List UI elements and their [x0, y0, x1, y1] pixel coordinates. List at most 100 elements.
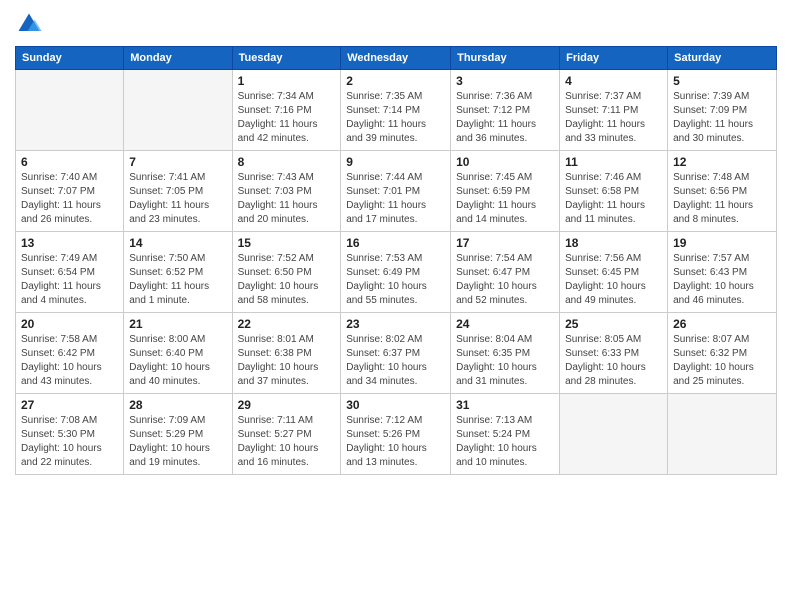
cell-day-number: 28 — [129, 398, 226, 412]
calendar-cell: 8 Sunrise: 7:43 AM Sunset: 7:03 PM Daylig… — [232, 151, 341, 232]
cell-day-number: 29 — [238, 398, 336, 412]
cell-info: Sunrise: 7:52 AM Sunset: 6:50 PM Dayligh… — [238, 252, 336, 308]
calendar-cell: 11 Sunrise: 7:46 AM Sunset: 6:58 PM Dayli… — [560, 151, 668, 232]
calendar-cell: 9 Sunrise: 7:44 AM Sunset: 7:01 PM Daylig… — [341, 151, 451, 232]
calendar-cell: 13 Sunrise: 7:49 AM Sunset: 6:54 PM Dayli… — [16, 232, 124, 313]
calendar-cell: 27 Sunrise: 7:08 AM Sunset: 5:30 PM Dayli… — [16, 394, 124, 475]
calendar-cell: 15Sunrise: 7:52 AM Sunset: 6:50 PM Dayli… — [232, 232, 341, 313]
calendar-cell: 21Sunrise: 8:00 AM Sunset: 6:40 PM Dayli… — [124, 313, 232, 394]
logo — [15, 10, 47, 38]
cell-info: Sunrise: 7:08 AM Sunset: 5:30 PM Dayligh… — [21, 414, 118, 470]
calendar-cell: 10 Sunrise: 7:45 AM Sunset: 6:59 PM Dayli… — [451, 151, 560, 232]
calendar-cell — [560, 394, 668, 475]
cell-info: Sunrise: 7:36 AM Sunset: 7:12 PM Dayligh… — [456, 90, 554, 146]
calendar-cell: 23 Sunrise: 8:02 AM Sunset: 6:37 PM Dayli… — [341, 313, 451, 394]
calendar-cell: 12 Sunrise: 7:48 AM Sunset: 6:56 PM Dayli… — [668, 151, 777, 232]
day-header-tuesday: Tuesday — [232, 47, 341, 70]
cell-day-number: 14 — [129, 236, 226, 250]
cell-day-number: 23 — [346, 317, 445, 331]
cell-day-number: 1 — [238, 74, 336, 88]
cell-info: Sunrise: 7:13 AM Sunset: 5:24 PM Dayligh… — [456, 414, 554, 470]
calendar-week-row: 20Sunrise: 7:58 AM Sunset: 6:42 PM Dayli… — [16, 313, 777, 394]
cell-day-number: 12 — [673, 155, 771, 169]
cell-info: Sunrise: 7:37 AM Sunset: 7:11 PM Dayligh… — [565, 90, 662, 146]
calendar-cell: 29 Sunrise: 7:11 AM Sunset: 5:27 PM Dayli… — [232, 394, 341, 475]
cell-info: Sunrise: 8:04 AM Sunset: 6:35 PM Dayligh… — [456, 333, 554, 389]
cell-day-number: 3 — [456, 74, 554, 88]
cell-info: Sunrise: 7:48 AM Sunset: 6:56 PM Dayligh… — [673, 171, 771, 227]
page: SundayMondayTuesdayWednesdayThursdayFrid… — [0, 0, 792, 612]
calendar-cell: 20Sunrise: 7:58 AM Sunset: 6:42 PM Dayli… — [16, 313, 124, 394]
calendar-table: SundayMondayTuesdayWednesdayThursdayFrid… — [15, 46, 777, 475]
cell-info: Sunrise: 7:09 AM Sunset: 5:29 PM Dayligh… — [129, 414, 226, 470]
cell-day-number: 2 — [346, 74, 445, 88]
cell-info: Sunrise: 7:50 AM Sunset: 6:52 PM Dayligh… — [129, 252, 226, 308]
cell-day-number: 22 — [238, 317, 336, 331]
calendar-cell: 17Sunrise: 7:54 AM Sunset: 6:47 PM Dayli… — [451, 232, 560, 313]
calendar-header-row: SundayMondayTuesdayWednesdayThursdayFrid… — [16, 47, 777, 70]
cell-info: Sunrise: 7:46 AM Sunset: 6:58 PM Dayligh… — [565, 171, 662, 227]
cell-info: Sunrise: 7:56 AM Sunset: 6:45 PM Dayligh… — [565, 252, 662, 308]
cell-day-number: 7 — [129, 155, 226, 169]
cell-day-number: 20 — [21, 317, 118, 331]
cell-day-number: 16 — [346, 236, 445, 250]
cell-info: Sunrise: 7:54 AM Sunset: 6:47 PM Dayligh… — [456, 252, 554, 308]
calendar-week-row: 6Sunrise: 7:40 AM Sunset: 7:07 PM Daylig… — [16, 151, 777, 232]
cell-day-number: 9 — [346, 155, 445, 169]
cell-day-number: 27 — [21, 398, 118, 412]
day-header-thursday: Thursday — [451, 47, 560, 70]
calendar-cell: 18 Sunrise: 7:56 AM Sunset: 6:45 PM Dayli… — [560, 232, 668, 313]
cell-info: Sunrise: 7:34 AM Sunset: 7:16 PM Dayligh… — [238, 90, 336, 146]
calendar-cell: 14 Sunrise: 7:50 AM Sunset: 6:52 PM Dayli… — [124, 232, 232, 313]
cell-info: Sunrise: 7:39 AM Sunset: 7:09 PM Dayligh… — [673, 90, 771, 146]
cell-day-number: 18 — [565, 236, 662, 250]
calendar-cell: 25 Sunrise: 8:05 AM Sunset: 6:33 PM Dayli… — [560, 313, 668, 394]
calendar-cell: 30 Sunrise: 7:12 AM Sunset: 5:26 PM Dayli… — [341, 394, 451, 475]
cell-info: Sunrise: 7:45 AM Sunset: 6:59 PM Dayligh… — [456, 171, 554, 227]
cell-info: Sunrise: 7:44 AM Sunset: 7:01 PM Dayligh… — [346, 171, 445, 227]
cell-day-number: 13 — [21, 236, 118, 250]
calendar-cell: 31 Sunrise: 7:13 AM Sunset: 5:24 PM Dayli… — [451, 394, 560, 475]
cell-info: Sunrise: 8:05 AM Sunset: 6:33 PM Dayligh… — [565, 333, 662, 389]
cell-day-number: 10 — [456, 155, 554, 169]
cell-info: Sunrise: 8:02 AM Sunset: 6:37 PM Dayligh… — [346, 333, 445, 389]
calendar-cell: 5Sunrise: 7:39 AM Sunset: 7:09 PM Daylig… — [668, 70, 777, 151]
calendar-week-row: 27 Sunrise: 7:08 AM Sunset: 5:30 PM Dayli… — [16, 394, 777, 475]
calendar-cell: 19Sunrise: 7:57 AM Sunset: 6:43 PM Dayli… — [668, 232, 777, 313]
calendar-cell: 28 Sunrise: 7:09 AM Sunset: 5:29 PM Dayli… — [124, 394, 232, 475]
cell-info: Sunrise: 8:01 AM Sunset: 6:38 PM Dayligh… — [238, 333, 336, 389]
cell-info: Sunrise: 7:53 AM Sunset: 6:49 PM Dayligh… — [346, 252, 445, 308]
cell-day-number: 24 — [456, 317, 554, 331]
cell-info: Sunrise: 7:12 AM Sunset: 5:26 PM Dayligh… — [346, 414, 445, 470]
calendar-cell: 4 Sunrise: 7:37 AM Sunset: 7:11 PM Daylig… — [560, 70, 668, 151]
cell-day-number: 25 — [565, 317, 662, 331]
day-header-friday: Friday — [560, 47, 668, 70]
cell-day-number: 11 — [565, 155, 662, 169]
cell-info: Sunrise: 7:43 AM Sunset: 7:03 PM Dayligh… — [238, 171, 336, 227]
cell-day-number: 26 — [673, 317, 771, 331]
cell-day-number: 31 — [456, 398, 554, 412]
cell-day-number: 8 — [238, 155, 336, 169]
calendar-cell: 22 Sunrise: 8:01 AM Sunset: 6:38 PM Dayli… — [232, 313, 341, 394]
day-header-monday: Monday — [124, 47, 232, 70]
cell-info: Sunrise: 7:11 AM Sunset: 5:27 PM Dayligh… — [238, 414, 336, 470]
cell-day-number: 30 — [346, 398, 445, 412]
calendar-cell — [16, 70, 124, 151]
cell-info: Sunrise: 7:49 AM Sunset: 6:54 PM Dayligh… — [21, 252, 118, 308]
calendar-week-row: 1 Sunrise: 7:34 AM Sunset: 7:16 PM Daylig… — [16, 70, 777, 151]
calendar-week-row: 13 Sunrise: 7:49 AM Sunset: 6:54 PM Dayli… — [16, 232, 777, 313]
cell-day-number: 21 — [129, 317, 226, 331]
calendar-cell: 6Sunrise: 7:40 AM Sunset: 7:07 PM Daylig… — [16, 151, 124, 232]
cell-day-number: 6 — [21, 155, 118, 169]
cell-info: Sunrise: 7:41 AM Sunset: 7:05 PM Dayligh… — [129, 171, 226, 227]
calendar-cell: 3 Sunrise: 7:36 AM Sunset: 7:12 PM Daylig… — [451, 70, 560, 151]
day-header-sunday: Sunday — [16, 47, 124, 70]
cell-day-number: 4 — [565, 74, 662, 88]
day-header-saturday: Saturday — [668, 47, 777, 70]
day-header-wednesday: Wednesday — [341, 47, 451, 70]
calendar-cell — [668, 394, 777, 475]
cell-info: Sunrise: 7:35 AM Sunset: 7:14 PM Dayligh… — [346, 90, 445, 146]
cell-info: Sunrise: 8:07 AM Sunset: 6:32 PM Dayligh… — [673, 333, 771, 389]
cell-info: Sunrise: 7:57 AM Sunset: 6:43 PM Dayligh… — [673, 252, 771, 308]
logo-icon — [15, 10, 43, 38]
